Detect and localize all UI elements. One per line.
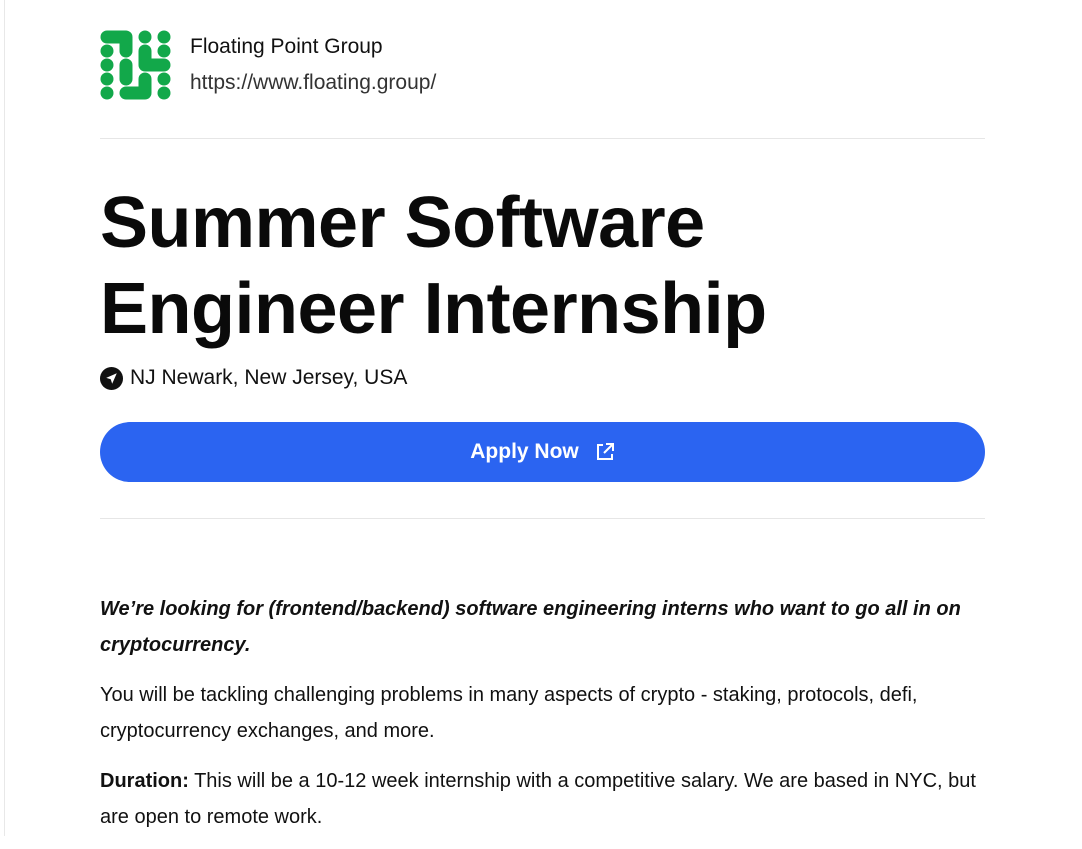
company-logo[interactable] — [100, 30, 172, 100]
job-title: Summer Software Engineer Internship — [100, 183, 767, 349]
header-divider — [100, 138, 985, 139]
job-description: We’re looking for (frontend/backend) sof… — [100, 591, 985, 849]
duration-text: This will be a 10-12 week internship wit… — [100, 770, 976, 828]
company-header: Floating Point Group https://www.floatin… — [100, 30, 436, 100]
external-link-icon — [596, 443, 614, 460]
job-location: NJ Newark, New Jersey, USA — [100, 366, 407, 390]
duration-paragraph: Duration: This will be a 10-12 week inte… — [100, 763, 985, 835]
location-text: NJ Newark, New Jersey, USA — [130, 366, 408, 389]
company-name[interactable]: Floating Point Group — [190, 35, 383, 59]
duration-label: Duration: — [100, 770, 189, 792]
location-arrow-icon — [100, 366, 123, 390]
description-lead: We’re looking for (frontend/backend) sof… — [100, 598, 961, 656]
company-url-link[interactable]: https://www.floating.group/ — [190, 71, 436, 95]
apply-now-label: Apply Now — [470, 440, 579, 463]
apply-now-button[interactable]: Apply Now — [100, 422, 985, 482]
page-left-border — [4, 0, 5, 836]
description-paragraph: You will be tackling challenging problem… — [100, 684, 918, 742]
section-divider — [100, 518, 985, 519]
